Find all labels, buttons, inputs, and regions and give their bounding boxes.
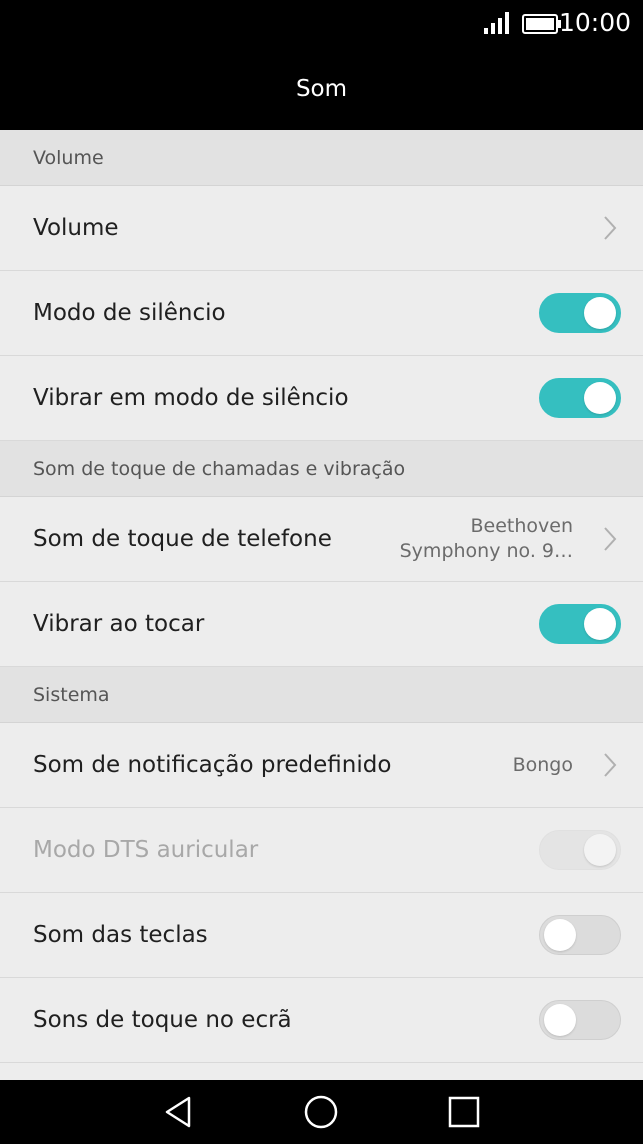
silent-mode-toggle[interactable] bbox=[539, 293, 621, 333]
touch-sounds-row[interactable]: Sons de toque no ecrã bbox=[0, 978, 643, 1063]
section-header-system: Sistema bbox=[0, 667, 643, 723]
touch-sounds-label: Sons de toque no ecrã bbox=[33, 1007, 292, 1033]
vibrate-ring-label: Vibrar ao tocar bbox=[33, 611, 205, 637]
dts-mode-row: Modo DTS auricular bbox=[0, 808, 643, 893]
page-title: Som bbox=[295, 76, 348, 102]
battery-icon bbox=[522, 14, 561, 34]
notification-sound-value: Bongo bbox=[512, 753, 573, 776]
toggle-knob bbox=[544, 919, 576, 951]
phone-ringtone-value: Beethoven Symphony no. 9… bbox=[400, 514, 573, 564]
settings-list: Volume Volume Modo de silêncio Vibrar em… bbox=[0, 130, 643, 1063]
status-bar: 10:00 bbox=[0, 0, 643, 48]
dts-mode-toggle bbox=[539, 830, 621, 870]
key-sounds-row[interactable]: Som das teclas bbox=[0, 893, 643, 978]
toggle-knob bbox=[544, 1004, 576, 1036]
title-bar: Som bbox=[0, 48, 643, 130]
notification-sound-row[interactable]: Som de notificação predefinido Bongo bbox=[0, 723, 643, 808]
phone-ringtone-label: Som de toque de telefone bbox=[33, 526, 332, 552]
volume-label: Volume bbox=[33, 215, 119, 241]
key-sounds-toggle[interactable] bbox=[539, 915, 621, 955]
touch-sounds-toggle[interactable] bbox=[539, 1000, 621, 1040]
dts-mode-label: Modo DTS auricular bbox=[33, 837, 259, 863]
ringtone-value-line2: Symphony no. 9… bbox=[399, 540, 573, 562]
vibrate-silent-label: Vibrar em modo de silêncio bbox=[33, 385, 349, 411]
recents-icon[interactable] bbox=[446, 1094, 482, 1130]
silent-mode-row[interactable]: Modo de silêncio bbox=[0, 271, 643, 356]
back-icon[interactable] bbox=[161, 1094, 197, 1130]
section-header-ringtone: Som de toque de chamadas e vibração bbox=[0, 441, 643, 497]
section-header-volume: Volume bbox=[0, 130, 643, 186]
chevron-right-icon bbox=[604, 216, 617, 240]
phone-ringtone-row[interactable]: Som de toque de telefone Beethoven Symph… bbox=[0, 497, 643, 582]
signal-icon bbox=[484, 12, 509, 34]
toggle-knob bbox=[584, 834, 616, 866]
vibrate-silent-row[interactable]: Vibrar em modo de silêncio bbox=[0, 356, 643, 441]
status-time: 10:00 bbox=[558, 8, 631, 37]
vibrate-silent-toggle[interactable] bbox=[539, 378, 621, 418]
volume-row[interactable]: Volume bbox=[0, 186, 643, 271]
silent-mode-label: Modo de silêncio bbox=[33, 300, 226, 326]
navigation-bar bbox=[0, 1080, 643, 1144]
ringtone-value-line1: Beethoven bbox=[470, 515, 573, 537]
key-sounds-label: Som das teclas bbox=[33, 922, 208, 948]
notification-sound-label: Som de notificação predefinido bbox=[33, 752, 392, 778]
chevron-right-icon bbox=[604, 527, 617, 551]
toggle-knob bbox=[584, 608, 616, 640]
home-icon[interactable] bbox=[303, 1094, 339, 1130]
chevron-right-icon bbox=[604, 753, 617, 777]
vibrate-ring-row[interactable]: Vibrar ao tocar bbox=[0, 582, 643, 667]
vibrate-ring-toggle[interactable] bbox=[539, 604, 621, 644]
toggle-knob bbox=[584, 297, 616, 329]
toggle-knob bbox=[584, 382, 616, 414]
